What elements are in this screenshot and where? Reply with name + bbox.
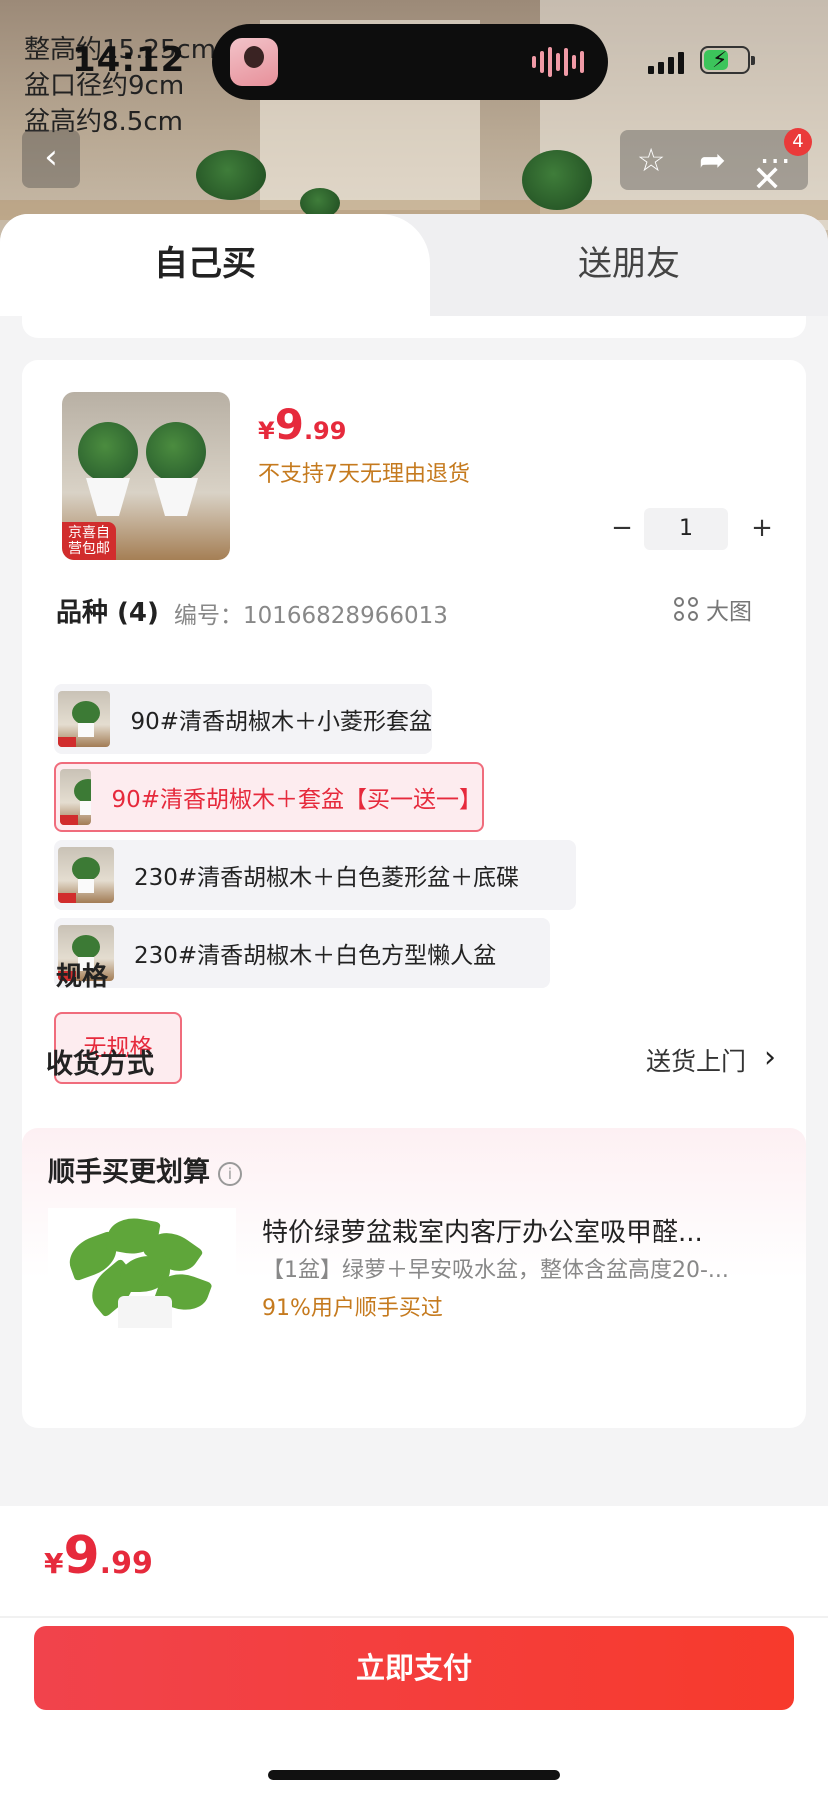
signal-icon — [648, 50, 684, 74]
upsell-product-image[interactable] — [48, 1208, 236, 1328]
divider — [0, 1616, 828, 1618]
currency-symbol: ¥ — [44, 1547, 64, 1580]
variety-code: 编号：10166828966013 — [174, 603, 448, 629]
notification-badge: 4 — [784, 128, 812, 156]
option-label: 230#清香胡椒木＋白色菱形盆＋底碟 — [134, 865, 520, 891]
tab-buy-for-self[interactable]: 自己买 — [0, 214, 430, 316]
delivery-method-row[interactable]: 收货方式 送货上门 › — [22, 1034, 806, 1094]
variety-title: 品种 (4) — [56, 598, 159, 628]
option-thumbnail — [58, 847, 114, 903]
pay-now-button[interactable]: 立即支付 — [34, 1626, 794, 1710]
variety-option[interactable]: 230#清香胡椒木＋白色方型懒人盆 — [54, 918, 550, 988]
tab-send-to-friend[interactable]: 送朋友 — [430, 214, 828, 316]
background-plant — [196, 150, 266, 200]
close-icon[interactable]: ✕ — [752, 162, 782, 198]
checkout-bar: ¥9.99 立即支付 — [0, 1506, 828, 1796]
variety-option-selected[interactable]: 90#清香胡椒木＋套盆【买一送一】 — [54, 762, 484, 832]
option-thumbnail — [60, 769, 92, 825]
price-decimal: .99 — [303, 417, 347, 445]
chevron-right-icon: › — [764, 1040, 776, 1075]
upsell-buy-rate: 91%用户顺手买过 — [262, 1296, 443, 1321]
total-price: ¥9.99 — [44, 1526, 153, 1586]
price-integer: 9 — [63, 1526, 100, 1586]
charging-icon: ⚡ — [712, 48, 728, 73]
upsell-section: 顺手买更划算 i 特价绿萝盆栽室内客厅办公室吸甲醛... 【1盆】绿萝＋早安吸水盆… — [22, 1128, 806, 1428]
option-label: 90#清香胡椒木＋套盆【买一送一】 — [111, 787, 482, 813]
upsell-product-desc: 【1盆】绿萝＋早安吸水盆，整体含盆高度20-... — [262, 1258, 729, 1283]
option-label: 90#清香胡椒木＋小菱形套盆 — [130, 709, 432, 735]
background-plant — [522, 150, 592, 210]
decrease-button[interactable]: − — [602, 508, 642, 550]
music-artwork-icon — [230, 38, 278, 86]
product-thumbnail[interactable]: 京喜自营包邮 — [62, 392, 230, 560]
audio-wave-icon — [532, 46, 584, 78]
currency-symbol: ¥ — [258, 417, 275, 445]
price-decimal: .99 — [99, 1546, 153, 1581]
delivery-label: 收货方式 — [46, 1049, 154, 1080]
plant-graphic — [78, 422, 138, 482]
share-icon[interactable]: ➦ — [699, 141, 726, 179]
increase-button[interactable]: + — [742, 508, 782, 550]
dynamic-island[interactable] — [212, 24, 608, 100]
option-thumbnail — [58, 691, 111, 747]
spec-title: 规格 — [56, 962, 109, 992]
plant-graphic — [146, 422, 206, 482]
variety-option[interactable]: 230#清香胡椒木＋白色菱形盆＋底碟 — [54, 840, 576, 910]
back-button[interactable]: ‹ — [22, 130, 80, 188]
delivery-value: 送货上门 — [645, 1047, 746, 1076]
tab-bar: 自己买 送朋友 — [0, 214, 828, 316]
pot-graphic — [154, 478, 198, 516]
home-indicator[interactable] — [268, 1770, 560, 1780]
big-image-toggle[interactable]: 大图 — [674, 592, 752, 626]
variety-option[interactable]: 90#清香胡椒木＋小菱形套盆 — [54, 684, 432, 754]
upsell-product-name[interactable]: 特价绿萝盆栽室内客厅办公室吸甲醛... — [262, 1212, 782, 1249]
product-price: ¥9.99 — [258, 400, 346, 449]
upsell-title-text: 顺手买更划算 — [48, 1157, 210, 1188]
pot-graphic — [86, 478, 130, 516]
price-integer: 9 — [274, 400, 304, 449]
quantity-stepper: − 1 + — [602, 508, 782, 550]
star-icon[interactable]: ☆ — [637, 141, 666, 179]
status-time: 14:12 — [72, 40, 186, 80]
address-card-edge — [22, 316, 806, 338]
grid-view-icon — [674, 597, 698, 621]
option-label: 230#清香胡椒木＋白色方型懒人盆 — [134, 943, 497, 969]
return-policy-text: 不支持7天无理由退货 — [258, 462, 470, 487]
big-image-label: 大图 — [706, 599, 752, 625]
upsell-title: 顺手买更划算 i — [48, 1150, 242, 1189]
quantity-value[interactable]: 1 — [644, 508, 728, 550]
shipping-tag: 京喜自营包邮 — [62, 522, 116, 560]
chevron-left-icon: ‹ — [44, 137, 58, 177]
info-icon[interactable]: i — [218, 1161, 242, 1186]
